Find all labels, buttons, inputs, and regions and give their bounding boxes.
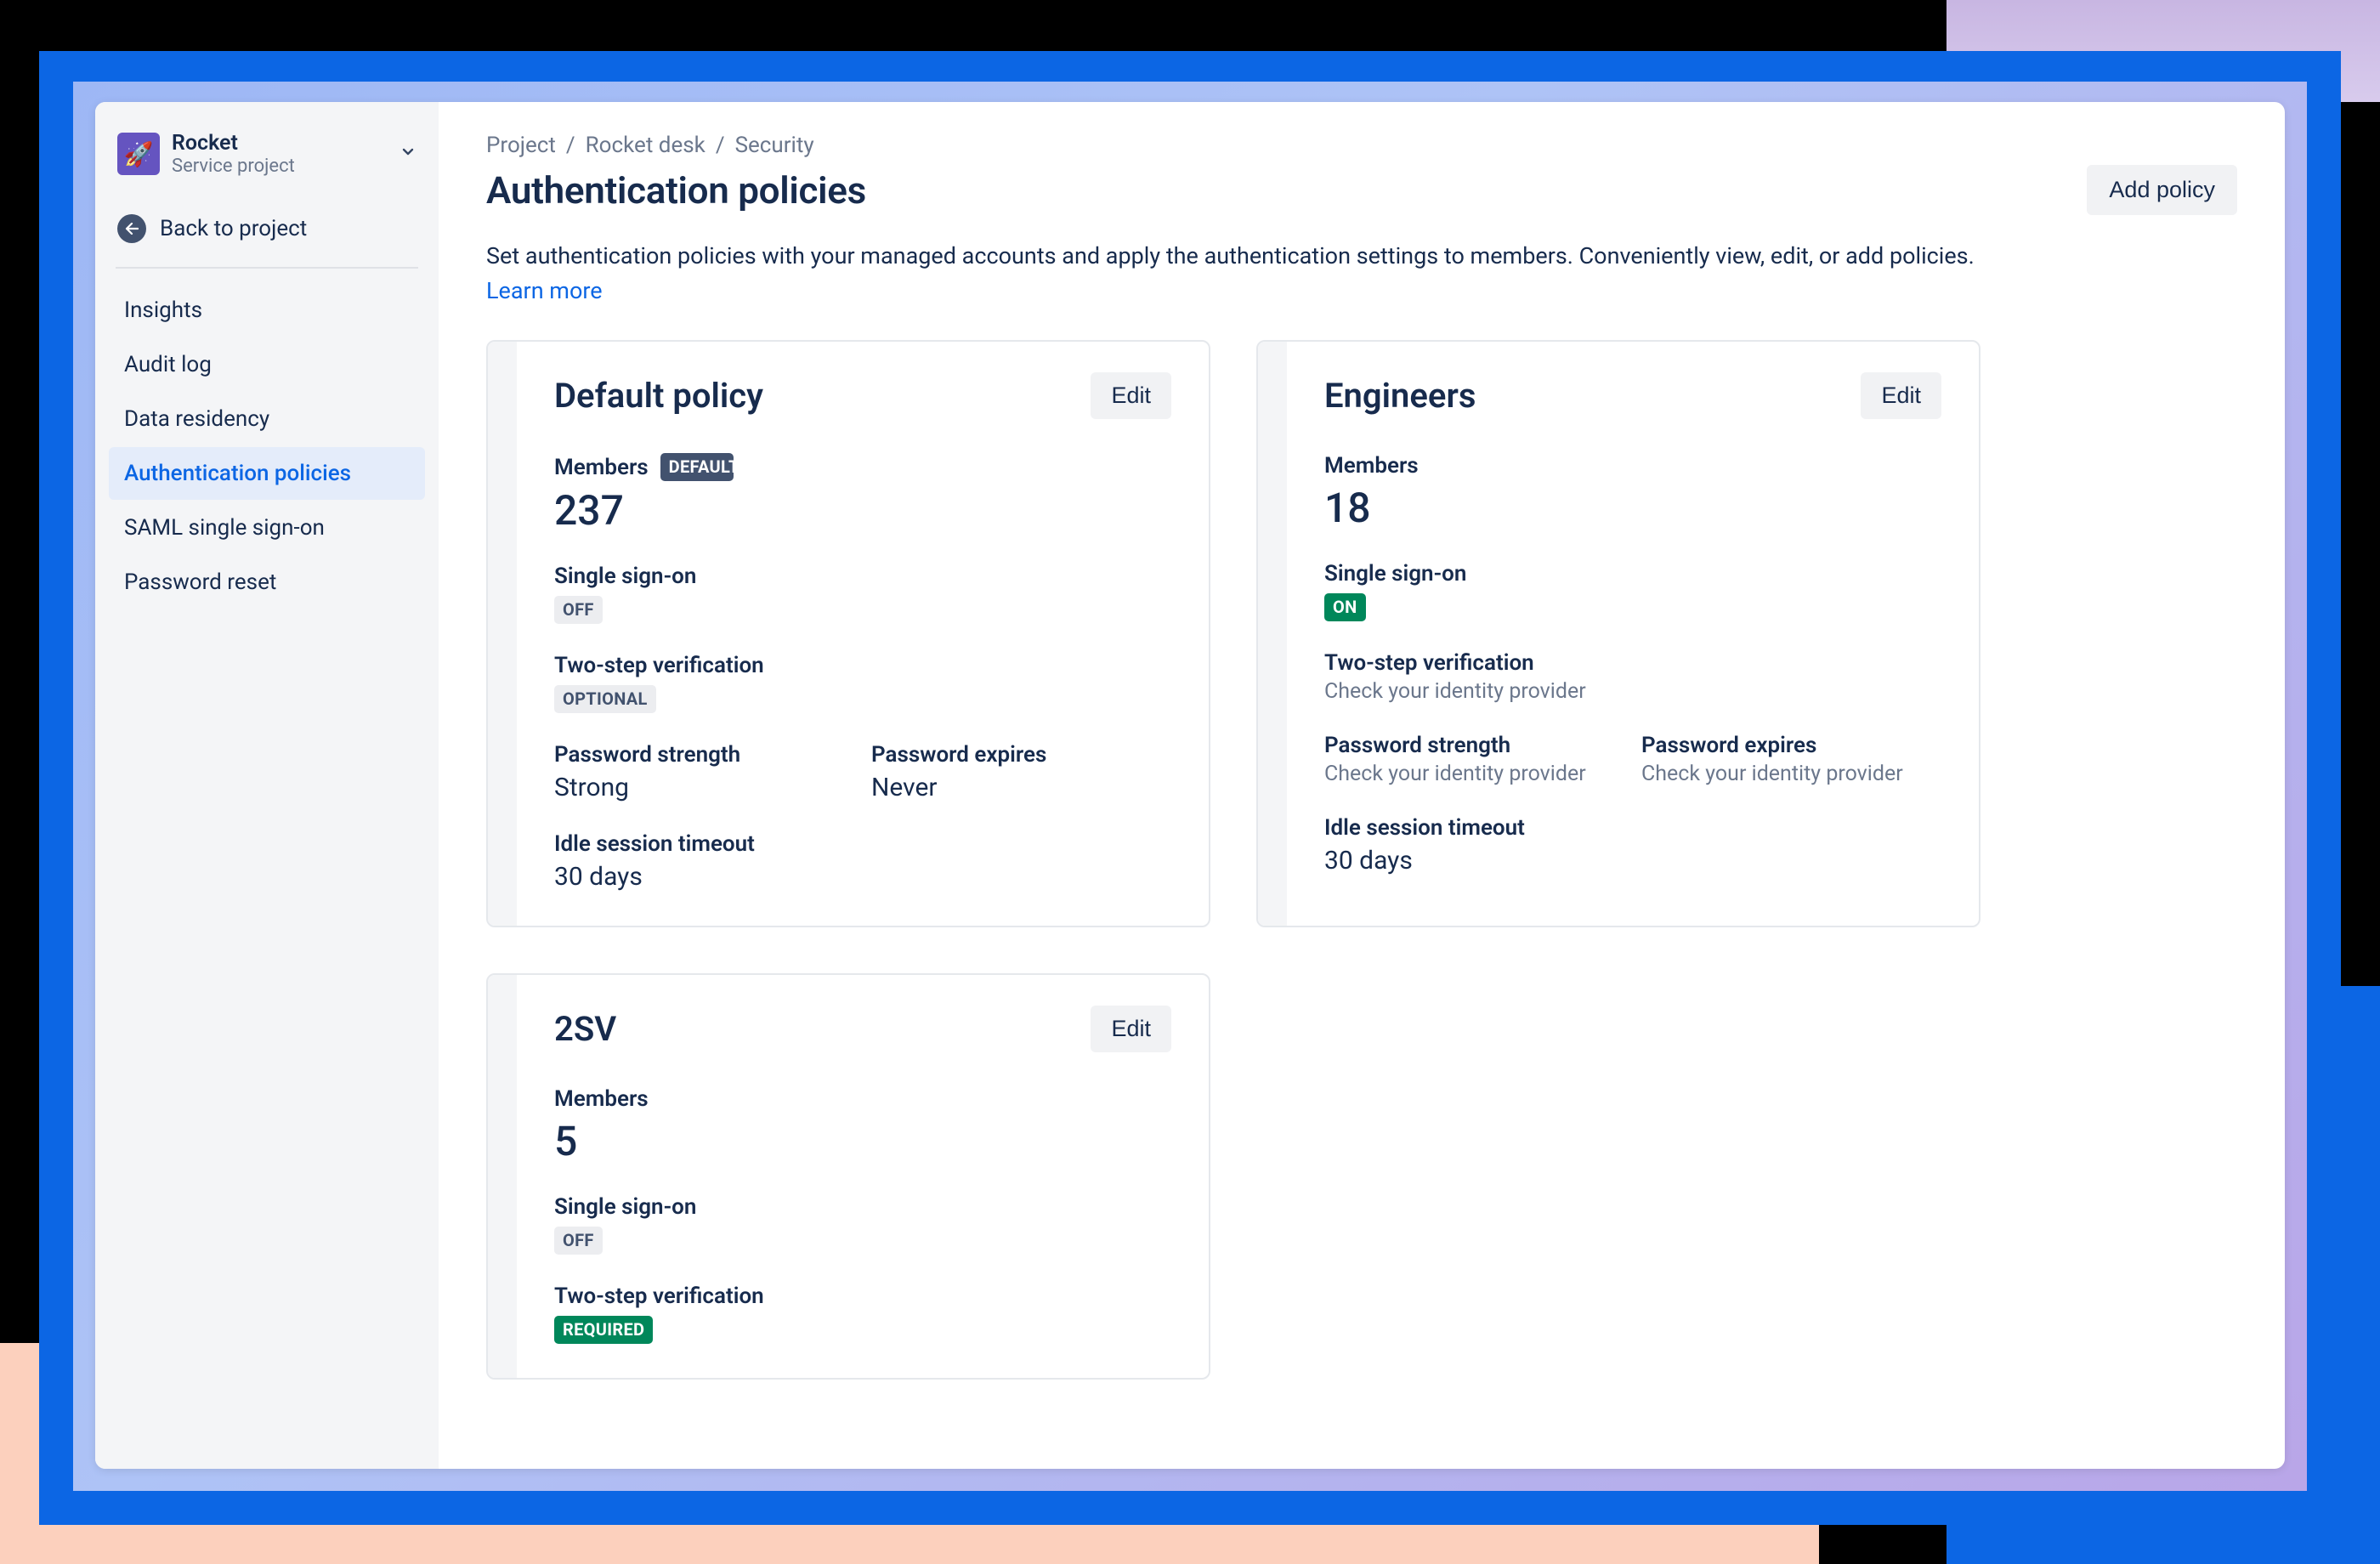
members-count: 5 — [554, 1117, 1171, 1165]
pwd-strength-label: Password strength — [554, 742, 854, 768]
page-header: Authentication policies Add policy — [486, 165, 2237, 215]
breadcrumb: Project / Rocket desk / Security — [486, 133, 2237, 158]
members-label: Members — [554, 455, 649, 480]
sso-label: Single sign-on — [554, 564, 1171, 589]
chevron-down-icon — [400, 144, 416, 164]
arrow-left-icon — [117, 214, 146, 243]
learn-more-link[interactable]: Learn more — [486, 277, 603, 304]
pwd-expires-label: Password expires — [1641, 733, 1941, 758]
card-accent — [488, 342, 517, 926]
sidebar-item-audit-log[interactable]: Audit log — [109, 338, 425, 391]
project-switcher[interactable]: 🚀 Rocket Service project — [109, 126, 425, 182]
pwd-strength-label: Password strength — [1324, 733, 1624, 758]
sidebar-item-saml-sso[interactable]: SAML single sign-on — [109, 502, 425, 554]
project-logo: 🚀 — [117, 133, 160, 175]
policy-card-default: Default policy Edit Members DEFAULT 237 … — [486, 340, 1210, 927]
sso-badge: OFF — [554, 1227, 603, 1255]
sidebar-nav: Insights Audit log Data residency Authen… — [109, 284, 425, 609]
add-policy-button[interactable]: Add policy — [2087, 165, 2237, 215]
sso-badge: OFF — [554, 596, 603, 624]
sso-label: Single sign-on — [554, 1194, 1171, 1220]
idle-value: 30 days — [554, 862, 1171, 892]
project-type: Service project — [172, 156, 388, 177]
policy-title: 2SV — [554, 1009, 616, 1049]
app-window: 🚀 Rocket Service project Back to project… — [95, 102, 2285, 1469]
policy-cards: Default policy Edit Members DEFAULT 237 … — [486, 340, 2237, 1380]
edit-policy-button[interactable]: Edit — [1091, 372, 1171, 419]
breadcrumb-sep: / — [716, 133, 725, 158]
sso-badge: ON — [1324, 593, 1366, 621]
sidebar-item-insights[interactable]: Insights — [109, 284, 425, 337]
idle-value: 30 days — [1324, 846, 1941, 876]
policy-card-engineers: Engineers Edit Members 18 Single sign-on… — [1256, 340, 1980, 927]
policy-title: Default policy — [554, 376, 763, 416]
divider — [116, 267, 418, 269]
breadcrumb-item[interactable]: Security — [735, 133, 814, 158]
pwd-strength-helper: Check your identity provider — [1324, 762, 1624, 786]
members-label: Members — [554, 1086, 1171, 1112]
edit-policy-button[interactable]: Edit — [1091, 1006, 1171, 1052]
two-step-helper: Check your identity provider — [1324, 679, 1941, 704]
project-name: Rocket — [172, 131, 388, 156]
description-text: Set authentication policies with your ma… — [486, 242, 1975, 269]
page-description: Set authentication policies with your ma… — [486, 239, 1982, 308]
idle-label: Idle session timeout — [1324, 815, 1941, 841]
edit-policy-button[interactable]: Edit — [1861, 372, 1941, 419]
members-count: 18 — [1324, 484, 1941, 532]
policy-title: Engineers — [1324, 376, 1476, 416]
two-step-label: Two-step verification — [554, 653, 1171, 678]
pwd-expires-label: Password expires — [871, 742, 1171, 768]
breadcrumb-item[interactable]: Rocket desk — [586, 133, 706, 158]
sidebar-item-password-reset[interactable]: Password reset — [109, 556, 425, 609]
breadcrumb-sep: / — [566, 133, 575, 158]
project-info: Rocket Service project — [172, 131, 388, 177]
page-title: Authentication policies — [486, 168, 866, 212]
card-accent — [488, 975, 517, 1378]
sidebar-item-data-residency[interactable]: Data residency — [109, 393, 425, 445]
policy-card-2sv: 2SV Edit Members 5 Single sign-on OFF Tw… — [486, 973, 1210, 1380]
idle-label: Idle session timeout — [554, 831, 1171, 857]
members-label: Members — [1324, 453, 1941, 479]
card-accent — [1258, 342, 1287, 926]
pwd-expires-value: Never — [871, 773, 1171, 802]
rocket-icon: 🚀 — [124, 140, 154, 168]
two-step-badge: REQUIRED — [554, 1316, 653, 1344]
two-step-label: Two-step verification — [1324, 650, 1941, 676]
sso-label: Single sign-on — [1324, 561, 1941, 586]
sidebar-item-authentication-policies[interactable]: Authentication policies — [109, 447, 425, 500]
two-step-badge: OPTIONAL — [554, 685, 656, 713]
two-step-label: Two-step verification — [554, 1284, 1171, 1309]
main-content: Project / Rocket desk / Security Authent… — [439, 102, 2285, 1469]
back-label: Back to project — [160, 216, 307, 241]
sidebar: 🚀 Rocket Service project Back to project… — [95, 102, 439, 1469]
breadcrumb-item[interactable]: Project — [486, 133, 556, 158]
pwd-expires-helper: Check your identity provider — [1641, 762, 1941, 786]
default-badge: DEFAULT — [660, 453, 734, 481]
pwd-strength-value: Strong — [554, 773, 854, 802]
members-count: 237 — [554, 486, 1171, 535]
back-to-project-link[interactable]: Back to project — [109, 197, 425, 267]
